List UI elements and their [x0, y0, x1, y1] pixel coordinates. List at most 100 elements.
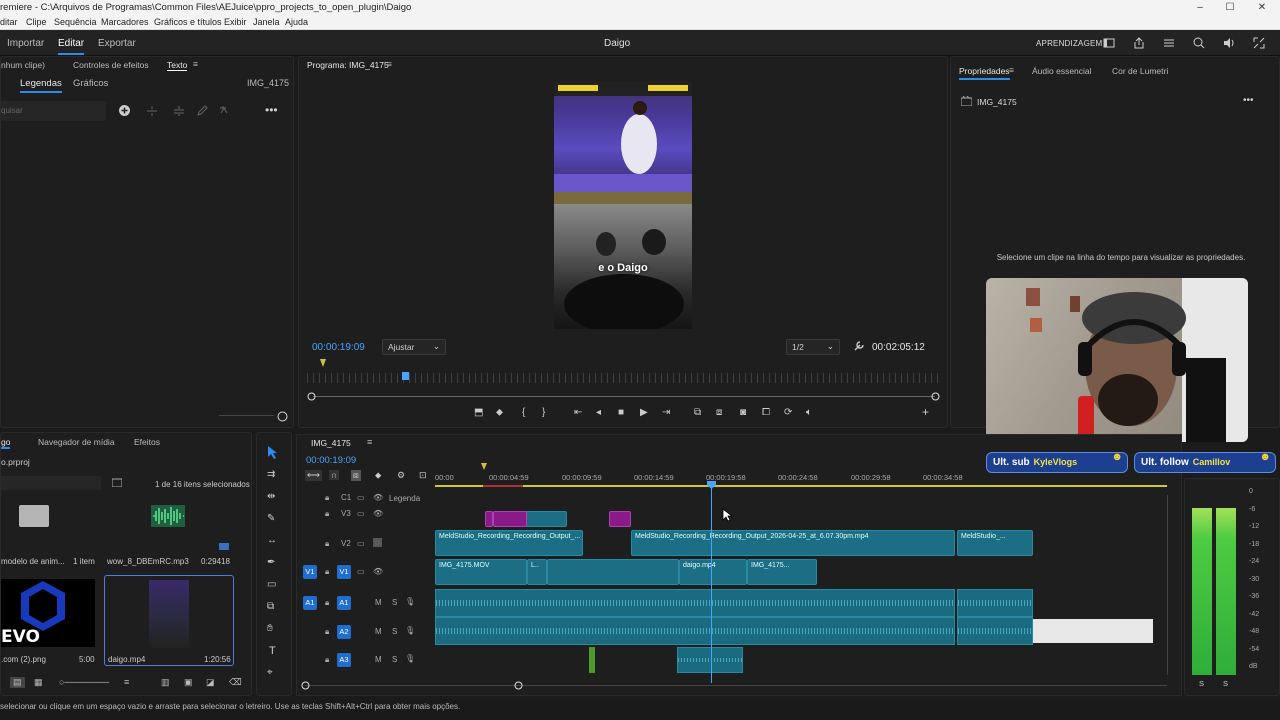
- vr-icon[interactable]: ⟳: [784, 407, 792, 418]
- lock-icon[interactable]: 🔒︎: [325, 567, 329, 577]
- eye-off-icon[interactable]: ◌: [373, 538, 382, 547]
- solo-left[interactable]: S: [1199, 679, 1204, 688]
- menu-markers[interactable]: Marcadores: [101, 17, 149, 27]
- video-frame[interactable]: e o Daigo: [554, 82, 692, 329]
- tab-properties[interactable]: Propriedades: [959, 66, 1010, 80]
- v3-clip-purple[interactable]: [493, 511, 527, 527]
- rectangle-icon[interactable]: ▭: [267, 579, 276, 590]
- tab-text[interactable]: Texto: [167, 60, 188, 71]
- zoom-slider-track[interactable]: [219, 415, 274, 416]
- lock-icon[interactable]: 🔒︎: [325, 493, 329, 503]
- solo-button[interactable]: S: [392, 655, 397, 664]
- new-item-icon[interactable]: ◪: [206, 677, 215, 688]
- hscroll-handle-left[interactable]: [301, 681, 310, 690]
- marker-icon[interactable]: ⬥: [496, 407, 503, 418]
- mark-in-icon[interactable]: {: [522, 407, 525, 418]
- captions-toggle-icon[interactable]: ⊡: [419, 470, 427, 481]
- hand-icon[interactable]: ✋︎: [267, 623, 273, 634]
- fullscreen-icon[interactable]: [1252, 36, 1266, 50]
- v1-clip[interactable]: daigo.mp4: [679, 559, 747, 585]
- solo-button[interactable]: S: [392, 627, 397, 636]
- lift-icon[interactable]: ⬒: [474, 407, 483, 418]
- menu-graphics[interactable]: Gráficos e títulos: [154, 17, 222, 27]
- menu-view[interactable]: Exibir: [224, 17, 247, 27]
- zoom-handle-left[interactable]: [307, 392, 316, 401]
- play-icon[interactable]: ▶: [640, 407, 648, 418]
- v1-clip[interactable]: [547, 559, 679, 585]
- snap-icon[interactable]: ⟷: [305, 470, 322, 481]
- track-target-a1[interactable]: A1: [337, 596, 351, 610]
- tab-effect-controls[interactable]: Controles de efeitos: [73, 60, 149, 70]
- solo-right[interactable]: S: [1223, 679, 1228, 688]
- camera-icon[interactable]: ◙: [740, 407, 746, 418]
- item-folder-name[interactable]: modelo de anim...: [1, 557, 65, 566]
- audio-thumbnail[interactable]: [151, 505, 185, 527]
- slip-icon[interactable]: ↔: [267, 535, 277, 546]
- learn-button[interactable]: APRENDIZAGEM: [1036, 39, 1102, 48]
- menu-clip[interactable]: Clipe: [26, 17, 47, 27]
- workspace-panel-icon[interactable]: [1102, 36, 1116, 50]
- panel-menu-icon[interactable]: ≡: [193, 59, 198, 69]
- lock-icon[interactable]: 🔒︎: [325, 539, 329, 549]
- sync-lock-icon[interactable]: ▭: [357, 539, 365, 548]
- eye-icon[interactable]: 👁︎: [373, 509, 383, 518]
- evo-thumbnail[interactable]: EVO: [1, 579, 95, 647]
- v2-clip[interactable]: MeldStudio_...: [957, 530, 1033, 556]
- tab-captions[interactable]: Legendas: [20, 78, 62, 93]
- mute-button[interactable]: M: [375, 627, 382, 636]
- wrench-icon[interactable]: [853, 341, 864, 352]
- mute-button[interactable]: M: [375, 655, 382, 664]
- tab-essential-sound[interactable]: Áudio essencial: [1032, 66, 1092, 76]
- v1-clip[interactable]: IMG_4175...: [747, 559, 817, 585]
- timeline-settings-icon[interactable]: ⚙: [397, 470, 405, 481]
- zoom-slider[interactable]: ○───────: [59, 677, 109, 687]
- volume-icon[interactable]: [1222, 36, 1236, 50]
- new-bin-icon[interactable]: [112, 478, 122, 487]
- maximize-button[interactable]: ☐: [1216, 0, 1244, 16]
- monitor-playhead[interactable]: [402, 372, 409, 380]
- item-audio-name[interactable]: wow_8_DBEmRC.mp3: [107, 557, 189, 566]
- minimize-button[interactable]: –: [1186, 0, 1214, 16]
- caption-track-icon[interactable]: ▭: [357, 493, 365, 502]
- timeline-current-time[interactable]: 00:00:19:09: [306, 455, 356, 466]
- item-video-name[interactable]: daigo.mp4: [108, 655, 145, 664]
- volume-icon[interactable]: 🔈︎: [806, 407, 812, 418]
- timeline-hscroll[interactable]: [305, 685, 1167, 686]
- a2-clip[interactable]: [435, 617, 955, 645]
- tab-lumetri-color[interactable]: Cor de Lumetri: [1112, 66, 1168, 76]
- lock-icon[interactable]: 🔒︎: [325, 509, 329, 519]
- lock-icon[interactable]: 🔒︎: [325, 655, 329, 665]
- a1-clip[interactable]: [957, 589, 1033, 617]
- v1-clip[interactable]: IMG_4175.MOV: [435, 559, 527, 585]
- source-patch-v1[interactable]: V1: [303, 565, 317, 579]
- overwrite-icon[interactable]: ⧈: [716, 407, 722, 418]
- tab-effects[interactable]: Efeitos: [134, 437, 160, 447]
- more-options-icon[interactable]: •••: [265, 103, 278, 117]
- magnet-icon[interactable]: ∩: [329, 470, 340, 480]
- track-target-a3[interactable]: A3: [337, 653, 351, 667]
- tab-project[interactable]: go: [1, 437, 11, 449]
- v3-clip[interactable]: [485, 511, 493, 527]
- caption-tool-icon[interactable]: ⌖: [267, 667, 273, 678]
- track-target-v1[interactable]: V1: [337, 565, 351, 579]
- v1-clip[interactable]: L..: [527, 559, 547, 585]
- playhead-handle[interactable]: [707, 481, 716, 489]
- tab-export[interactable]: Exportar: [98, 38, 136, 49]
- tab-graphics[interactable]: Gráficos: [73, 78, 108, 89]
- search-icon[interactable]: [1192, 36, 1206, 50]
- resolution-dropdown[interactable]: 1/2 ⌄: [786, 339, 840, 355]
- panel-menu-icon[interactable]: ≡: [387, 59, 392, 69]
- zoom-handle-right[interactable]: [931, 392, 940, 401]
- sync-lock-icon[interactable]: ▭: [357, 509, 365, 518]
- mark-out-icon[interactable]: }: [542, 407, 545, 418]
- add-button-icon[interactable]: +: [922, 405, 929, 419]
- menu-window[interactable]: Janela: [253, 17, 280, 27]
- fit-dropdown[interactable]: Ajustar ⌄: [382, 339, 446, 355]
- panel-menu-icon[interactable]: ≡: [1009, 65, 1014, 75]
- razor-icon[interactable]: ✎: [267, 513, 275, 524]
- add-caption-icon[interactable]: [118, 104, 131, 117]
- folder-thumbnail[interactable]: [19, 505, 49, 527]
- panel-menu-icon[interactable]: ≡: [367, 437, 372, 447]
- merge-icon[interactable]: [146, 105, 158, 117]
- zoom-slider-handle[interactable]: [277, 411, 288, 422]
